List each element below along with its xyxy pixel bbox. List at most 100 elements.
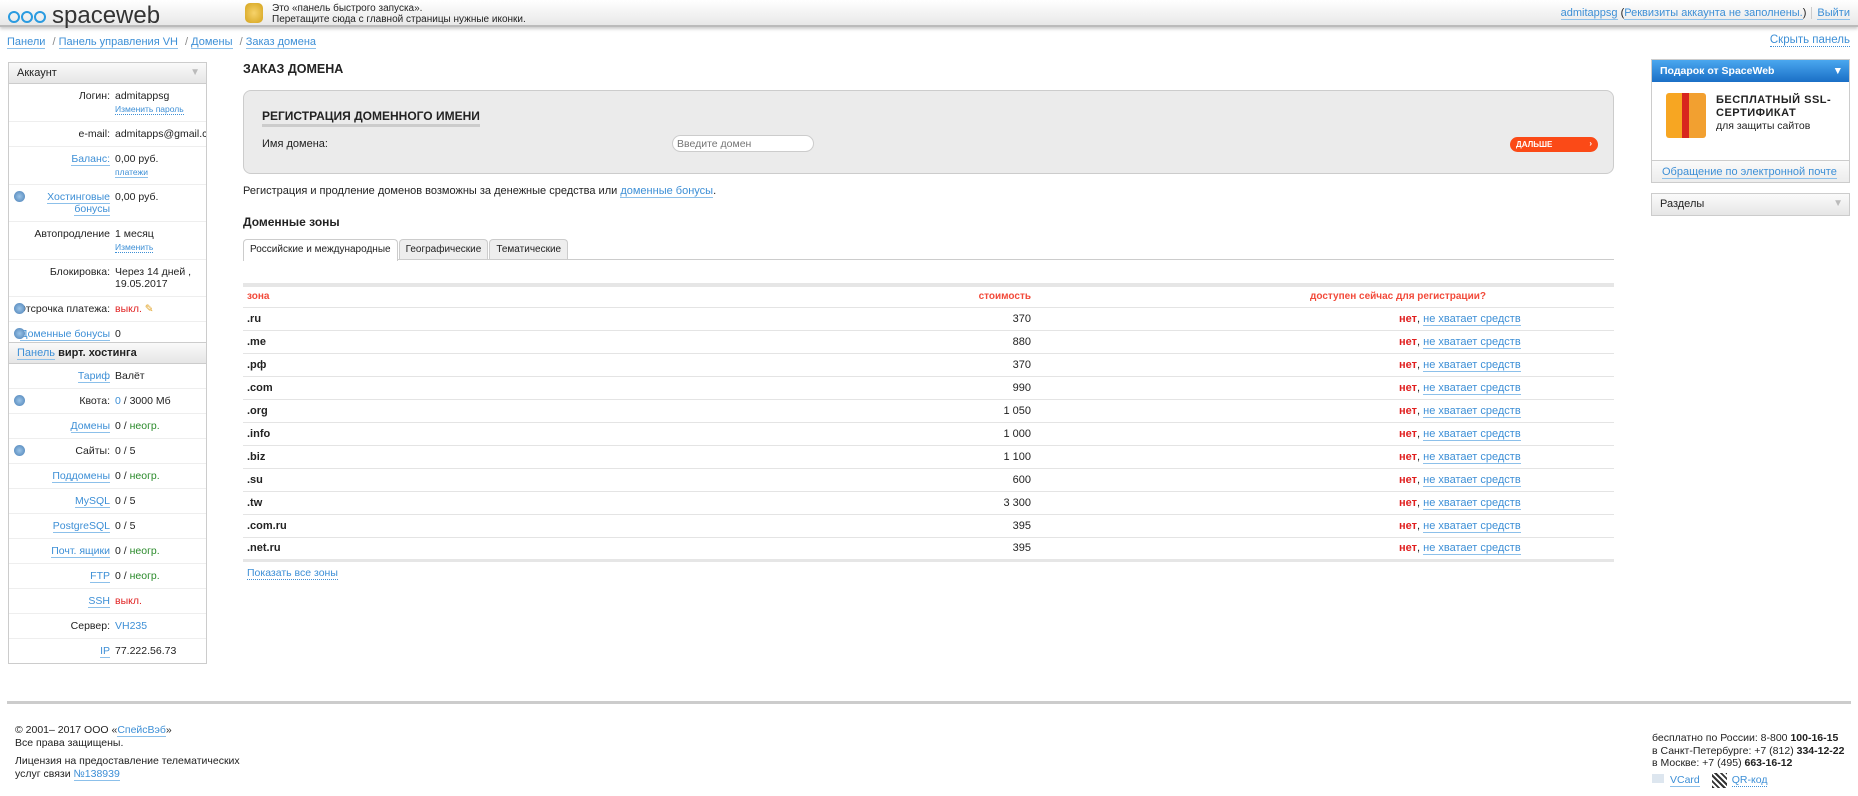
vcard-icon [1652, 773, 1664, 783]
gift-panel-header[interactable]: Подарок от SpaceWeb ▼ [1652, 60, 1849, 82]
row-label-link[interactable]: FTP [90, 570, 110, 583]
row-value: 0 [115, 328, 121, 340]
row-sub-link[interactable]: Изменить пароль [115, 104, 184, 115]
row-value: 0 / 5 [115, 445, 136, 457]
info-row: Хостинговые бонусы 0,00 руб. [9, 185, 206, 222]
row-value: выкл. [115, 595, 142, 607]
phone-line: в Москве: +7 (495) 663-16-12 [1652, 757, 1844, 770]
license: Лицензия на предоставление телематически… [15, 755, 240, 767]
logo[interactable]: spaceweb [8, 2, 160, 30]
insufficient-funds-link[interactable]: не хватает средств [1423, 358, 1521, 372]
license-2: услуг связи [15, 768, 74, 780]
help-icon[interactable] [14, 395, 25, 406]
license-link[interactable]: №138939 [73, 768, 120, 781]
tab-russian-international[interactable]: Российские и международные [243, 239, 398, 261]
phone-line: бесплатно по России: 8-800 100-16-15 [1652, 732, 1844, 745]
row-label-link[interactable]: IP [100, 645, 110, 658]
zone-name: .org [243, 399, 783, 423]
row-label-link[interactable]: Тариф [77, 370, 110, 383]
breadcrumb-domains[interactable]: Домены [191, 36, 233, 49]
table-row: .tw 3 300 нет, не хватает средств [243, 491, 1614, 515]
row-label-link[interactable]: SSH [88, 595, 110, 608]
help-icon[interactable] [14, 191, 25, 202]
row-value-link[interactable]: VH235 [115, 620, 148, 632]
row-label-link[interactable]: Хостинговые бонусы [47, 191, 110, 216]
row-label: e-mail: [78, 128, 110, 140]
account-details-link[interactable]: Реквизиты аккаунта не заполнены. [1624, 7, 1803, 20]
insufficient-funds-link[interactable]: не хватает средств [1423, 496, 1521, 510]
insufficient-funds-link[interactable]: не хватает средств [1423, 312, 1521, 326]
breadcrumb-order-domain[interactable]: Заказ домена [245, 36, 317, 49]
row-sub-link[interactable]: платежи [115, 167, 148, 178]
zone-name: .su [243, 468, 783, 492]
collapse-icon[interactable]: ▼ [190, 67, 200, 78]
zone-price: 600 [783, 468, 1035, 492]
insufficient-funds-link[interactable]: не хватает средств [1423, 450, 1521, 464]
not-available: нет [1399, 404, 1418, 417]
zone-name: .me [243, 330, 783, 354]
help-icon[interactable] [14, 328, 25, 339]
company-link[interactable]: СпейсВэб [117, 724, 166, 737]
row-label-link[interactable]: Домены [70, 420, 110, 433]
zone-availability: нет, не хватает средств [1035, 422, 1614, 446]
show-all-zones-link[interactable]: Показать все зоны [247, 566, 338, 580]
info-row: Блокировка: Через 14 дней , 19.05.2017 [9, 260, 206, 297]
help-icon[interactable] [14, 445, 25, 456]
next-button[interactable]: ДАЛЬШЕ › [1510, 137, 1598, 152]
domain-input[interactable] [672, 135, 814, 152]
zone-name: .info [243, 422, 783, 446]
sections-panel: Разделы ▼ [1651, 193, 1850, 216]
quick-launch-hint: Перетащите сюда с главной страницы нужны… [272, 14, 526, 25]
info-row: Логин: admitappsg Изменить пароль [9, 84, 206, 122]
insufficient-funds-link[interactable]: не хватает средств [1423, 473, 1521, 487]
breadcrumb-vh-panel[interactable]: Панель управления VH [58, 36, 178, 49]
hide-panel-link[interactable]: Скрыть панель [1769, 34, 1850, 47]
row-label-link[interactable]: MySQL [74, 495, 110, 508]
row-label-link[interactable]: PostgreSQL [52, 520, 110, 533]
breadcrumb-panels[interactable]: Панели [7, 36, 46, 49]
help-icon[interactable] [14, 303, 25, 314]
info-row: Автопродление 1 месяц Изменить [9, 222, 206, 260]
zone-availability: нет, не хватает средств [1035, 468, 1614, 492]
table-row: .net.ru 395 нет, не хватает средств [243, 537, 1614, 561]
ssl-offer[interactable]: БЕСПЛАТНЫЙ SSL- СЕРТИФИКАТ [1716, 94, 1831, 120]
hosting-panel-link[interactable]: Панель [17, 347, 56, 360]
vcard-link[interactable]: VCard [1670, 773, 1700, 787]
domain-bonuses-link[interactable]: доменные бонусы [620, 185, 714, 198]
insufficient-funds-link[interactable]: не хватает средств [1423, 404, 1521, 418]
zone-price: 370 [783, 353, 1035, 377]
tab-thematic[interactable]: Тематические [489, 239, 569, 259]
account-panel-header[interactable]: Аккаунт ▼ [9, 63, 206, 84]
row-label-link[interactable]: Почт. ящики [51, 545, 110, 558]
insufficient-funds-link[interactable]: не хватает средств [1423, 427, 1521, 441]
logout-link[interactable]: Выйти [1817, 7, 1850, 20]
row-label-link[interactable]: Баланс: [71, 153, 110, 166]
unlimited-value: неогр. [129, 470, 160, 482]
tab-geographic[interactable]: Географические [398, 239, 489, 259]
info-row: IP 77.222.56.73 [9, 639, 206, 663]
insufficient-funds-link[interactable]: не хватает средств [1423, 519, 1521, 533]
qr-code-link[interactable]: QR-код [1731, 773, 1768, 787]
row-label-link[interactable]: Поддомены [52, 470, 110, 483]
zone-price: 880 [783, 330, 1035, 354]
insufficient-funds-link[interactable]: не хватает средств [1423, 542, 1521, 555]
gift-box-icon [1666, 93, 1706, 138]
pencil-icon[interactable]: ✎ [142, 303, 154, 315]
not-available: нет [1399, 473, 1418, 486]
insufficient-funds-link[interactable]: не хватает средств [1423, 335, 1521, 349]
username-link[interactable]: admitappsg [1560, 7, 1618, 20]
row-label-link[interactable]: Доменные бонусы [20, 328, 110, 341]
zone-price: 395 [783, 537, 1035, 561]
table-row: .biz 1 100 нет, не хватает средств [243, 445, 1614, 469]
sections-header[interactable]: Разделы ▼ [1652, 194, 1849, 215]
row-label: Логин: [78, 90, 110, 102]
zone-name: .tw [243, 491, 783, 515]
row-value: 0 / 5 [115, 495, 136, 507]
collapse-icon[interactable]: ▼ [1833, 198, 1843, 209]
info-row: Поддомены 0 / неогр. [9, 464, 206, 489]
insufficient-funds-link[interactable]: не хватает средств [1423, 381, 1521, 395]
collapse-icon[interactable]: ▼ [1833, 65, 1843, 77]
email-support-link[interactable]: Обращение по электронной почте [1662, 166, 1837, 179]
row-sub-link[interactable]: Изменить [115, 242, 154, 253]
unlimited-value: неогр. [129, 570, 160, 582]
